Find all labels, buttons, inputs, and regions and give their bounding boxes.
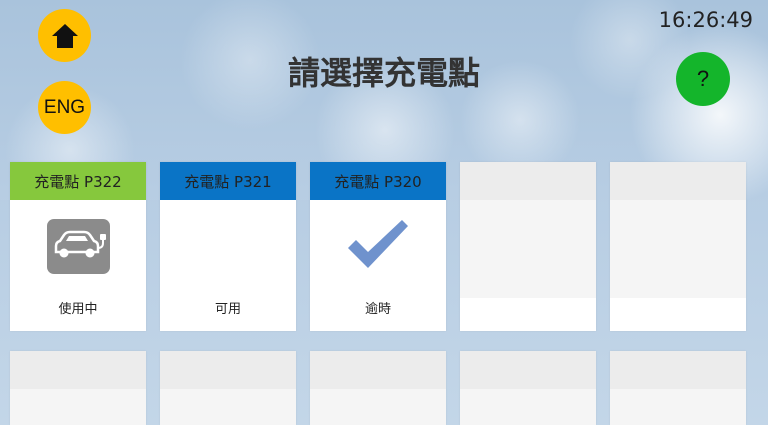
station-tile-p320[interactable]: 充電點 P320 逾時 [310, 162, 446, 331]
language-label: ENG [43, 96, 86, 118]
page-title: 請選擇充電點 [287, 54, 480, 92]
station-tile-p321[interactable]: 充電點 P321 可用 [160, 162, 296, 331]
ev-charging-car-icon [46, 218, 110, 274]
empty-station-tile [10, 351, 146, 425]
station-label: 充電點 P320 [310, 162, 446, 200]
empty-station-tile [610, 351, 746, 425]
empty-station-tile [610, 162, 746, 331]
checkmark-icon [348, 220, 408, 268]
station-status: 使用中 [58, 302, 98, 317]
empty-station-tile [460, 351, 596, 425]
empty-station-tile [460, 162, 596, 331]
clock: 16:26:49 [658, 8, 753, 32]
empty-station-tile [310, 351, 446, 425]
home-icon [51, 23, 78, 48]
help-label: ? [696, 66, 710, 91]
station-tile-p322[interactable]: 充電點 P322 使用中 [10, 162, 146, 331]
station-label: 充電點 P322 [10, 162, 146, 200]
station-status: 可用 [214, 302, 241, 317]
station-label: 充電點 P321 [160, 162, 296, 200]
station-status: 逾時 [364, 302, 391, 317]
help-button[interactable]: ? [676, 52, 730, 106]
empty-station-tile [160, 351, 296, 425]
